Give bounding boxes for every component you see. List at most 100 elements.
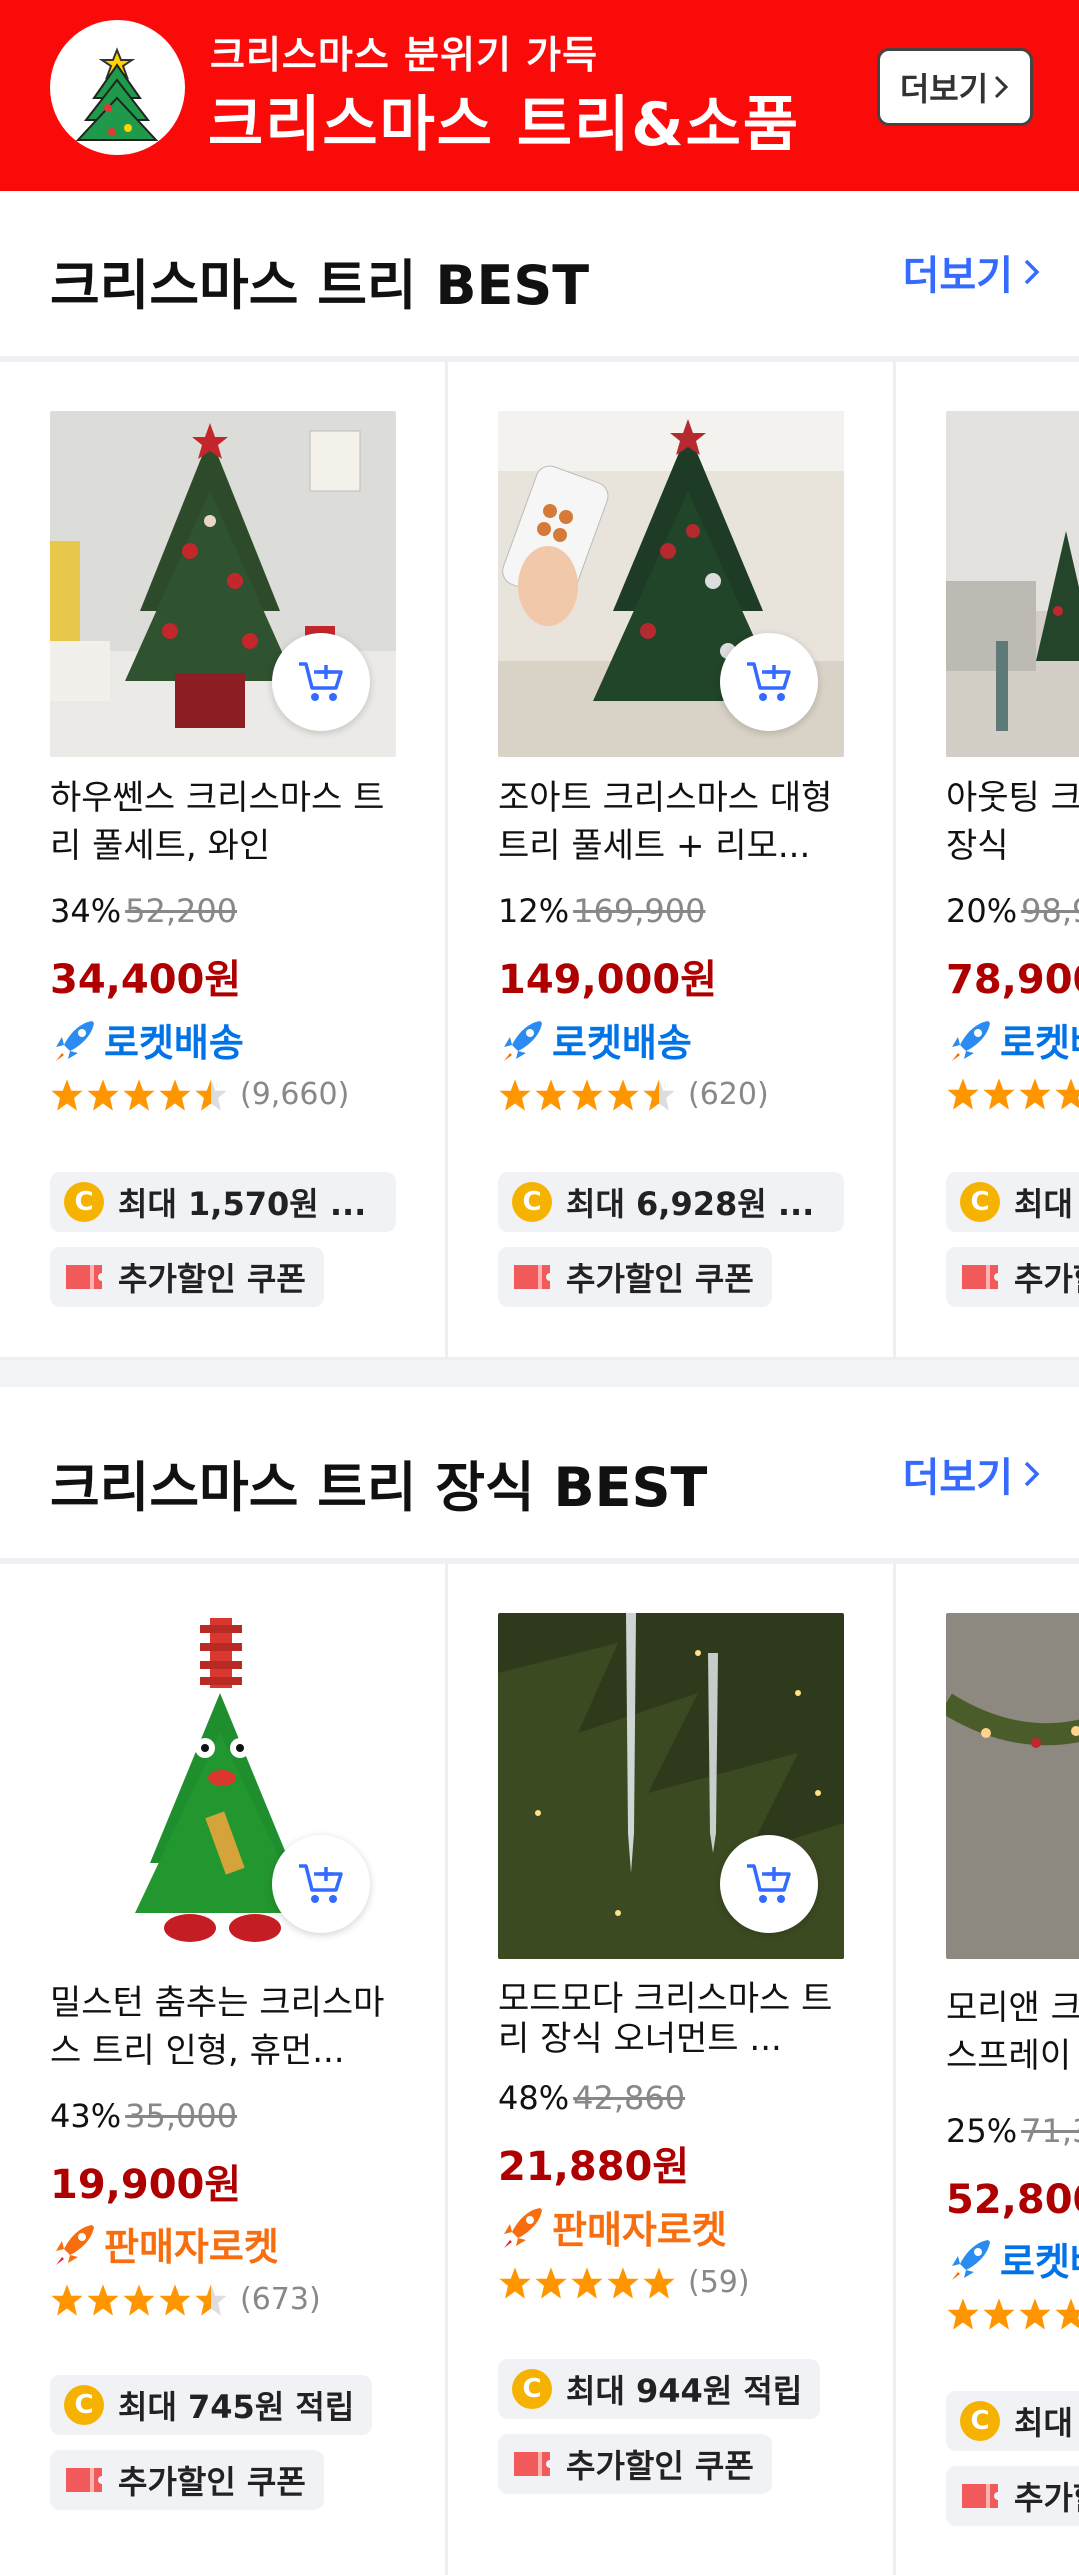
delivery-badge: 판매자로켓 <box>50 2216 279 2271</box>
sale-price: 52,800원 <box>946 2177 1079 2223</box>
star-icon <box>535 1078 567 1111</box>
delivery-badge: 로켓배송 <box>946 2231 1079 2286</box>
half-star-icon <box>195 2283 227 2316</box>
product-carousel[interactable]: 하우쎈스 크리스마스 트리 풀세트, 와인 34% 52,200 34,400원 … <box>0 362 1079 1357</box>
product-card[interactable]: 아웃팅 크리스마스 전구 장식 20%98,900 78,900원 로켓배송 C… <box>896 362 1079 1357</box>
product-name[interactable]: 모드모다 크리스마스 트리 장식 오너먼트 ... <box>498 1979 858 2059</box>
product-name[interactable]: 밀스턴 춤추는 크리스마스 트리 인형, 휴먼... <box>50 1979 410 2075</box>
coupon-chip[interactable]: 추가할인 쿠폰 <box>50 2450 324 2510</box>
reward-label: 최대 6,928원 ... <box>566 1185 815 1223</box>
star-rating <box>50 2283 228 2317</box>
add-to-cart-button[interactable] <box>272 633 370 731</box>
star-icon <box>87 2283 119 2316</box>
coin-icon: C <box>64 2385 104 2425</box>
review-count: (9,660) <box>240 1077 350 1112</box>
star-icon <box>947 1078 979 1110</box>
add-to-cart-button[interactable] <box>720 633 818 731</box>
original-price: 169,900 <box>573 892 706 930</box>
chevron-right-icon <box>1024 1461 1040 1487</box>
star-icon <box>607 2266 639 2299</box>
delivery-badge: 로켓배송 <box>50 1012 244 1067</box>
coupon-chip[interactable]: 추가할인 쿠폰 <box>498 2434 772 2494</box>
section-more-link[interactable]: 더보기 <box>903 243 1041 301</box>
reward-label: 최대 1,570원 ... <box>118 1185 367 1223</box>
promo-banner[interactable]: 크리스마스 분위기 가득 크리스마스 트리&소품 더보기 <box>0 0 1079 191</box>
star-icon <box>51 2283 83 2316</box>
chevron-right-icon <box>1024 259 1040 285</box>
banner-more-button[interactable]: 더보기 <box>877 48 1033 126</box>
reward-chip: C 최대 <box>946 2391 1079 2451</box>
coupon-chip[interactable]: 추가할인 쿠폰 <box>50 1247 324 1307</box>
coupon-icon <box>514 2452 550 2476</box>
rating-row: (673) <box>50 2282 321 2317</box>
product-carousel[interactable]: 밀스턴 춤추는 크리스마스 트리 인형, 휴먼... 43% 35,000 19,… <box>0 1564 1079 2575</box>
coupon-icon <box>962 1265 998 1289</box>
coupon-chip[interactable]: 추가할인 쿠폰 <box>946 1247 1079 1307</box>
banner-more-label: 더보기 <box>899 70 989 108</box>
discount-row: 34% 52,200 <box>50 892 237 930</box>
star-icon <box>51 1078 83 1111</box>
section-more-link[interactable]: 더보기 <box>903 1445 1041 1503</box>
more-link-label: 더보기 <box>902 1455 1013 1501</box>
product-name[interactable]: 조아트 크리스마스 대형트리 풀세트 + 리모... <box>498 774 858 870</box>
coupon-chip[interactable]: 추가할인 쿠폰 <box>946 2466 1079 2526</box>
product-name[interactable]: 하우쎈스 크리스마스 트리 풀세트, 와인 <box>50 774 410 870</box>
add-to-cart-button[interactable] <box>720 1835 818 1933</box>
coupon-icon <box>962 2484 998 2508</box>
coupon-label: 추가할인 쿠폰 <box>566 2447 754 2485</box>
star-icon <box>983 2298 1015 2330</box>
product-image[interactable] <box>946 411 1079 757</box>
section-title: 크리스마스 트리 장식 BEST <box>50 1456 708 1519</box>
star-icon <box>607 1078 639 1111</box>
star-icon <box>643 2266 675 2299</box>
product-card[interactable]: 하우쎈스 크리스마스 트리 풀세트, 와인 34% 52,200 34,400원 … <box>0 362 448 1357</box>
discount-row: 12% 169,900 <box>498 892 705 930</box>
half-star-icon <box>643 1078 675 1111</box>
coupon-chip[interactable]: 추가할인 쿠폰 <box>498 1247 772 1307</box>
half-star-icon <box>195 1078 227 1111</box>
product-card[interactable]: 모리앤 크리스마스 cm 스프레이 25%71,300 52,800원 로켓배송… <box>896 1564 1079 2575</box>
cart-plus-icon <box>747 662 791 701</box>
rocket-icon <box>952 2239 990 2280</box>
star-icon <box>1019 1078 1051 1110</box>
star-icon <box>87 1078 119 1111</box>
add-to-cart-button[interactable] <box>272 1835 370 1933</box>
discount-rate: 48% <box>498 2079 570 2117</box>
star-icon <box>1055 2298 1079 2330</box>
reward-label: 최대 <box>1014 2404 1073 2442</box>
sale-price: 19,900원 <box>50 2162 242 2208</box>
sale-price: 149,000원 <box>498 957 717 1003</box>
star-icon <box>1055 1078 1079 1110</box>
coupon-icon <box>66 1265 102 1289</box>
delivery-label: 로켓배송 <box>104 1021 244 1065</box>
original-price: 35,000 <box>125 2097 238 2135</box>
coin-icon: C <box>960 2401 1000 2441</box>
discount-row: 25%71,300 <box>946 2112 1079 2150</box>
banner-title: 크리스마스 트리&소품 <box>208 90 801 160</box>
rating-row <box>946 1077 1079 1111</box>
star-rating <box>498 2266 676 2300</box>
review-count: (59) <box>688 2265 750 2300</box>
coupon-icon <box>66 2468 102 2492</box>
discount-rate: 20% <box>946 892 1018 930</box>
star-rating <box>498 1078 676 1112</box>
product-image[interactable] <box>946 1613 1079 1959</box>
product-name[interactable]: 아웃팅 크리스마스 전구 장식 <box>946 774 1079 870</box>
rocket-icon <box>952 1020 990 1061</box>
delivery-label: 판매자로켓 <box>104 2225 279 2269</box>
section-header: 크리스마스 트리 BEST 더보기 <box>0 191 1079 351</box>
sale-price: 34,400원 <box>50 957 242 1003</box>
coupon-label: 추가할인 쿠폰 <box>1014 2479 1079 2517</box>
product-card[interactable]: 밀스턴 춤추는 크리스마스 트리 인형, 휴먼... 43% 35,000 19,… <box>0 1564 448 2575</box>
cart-plus-icon <box>747 1864 791 1903</box>
product-name[interactable]: 모리앤 크리스마스 cm 스프레이 <box>946 1984 1079 2080</box>
product-card[interactable]: 조아트 크리스마스 대형트리 풀세트 + 리모... 12% 169,900 14… <box>448 362 896 1357</box>
section-title: 크리스마스 트리 BEST <box>50 254 590 317</box>
delivery-badge: 판매자로켓 <box>498 2199 727 2254</box>
cart-plus-icon <box>299 1864 343 1903</box>
star-icon <box>947 2298 979 2330</box>
product-card[interactable]: 모드모다 크리스마스 트리 장식 오너먼트 ... 48% 42,860 21,8… <box>448 1564 896 2575</box>
reward-chip: C 최대 745원 적립 <box>50 2375 373 2435</box>
coupon-label: 추가할인 쿠폰 <box>118 2463 306 2501</box>
star-icon <box>535 2266 567 2299</box>
